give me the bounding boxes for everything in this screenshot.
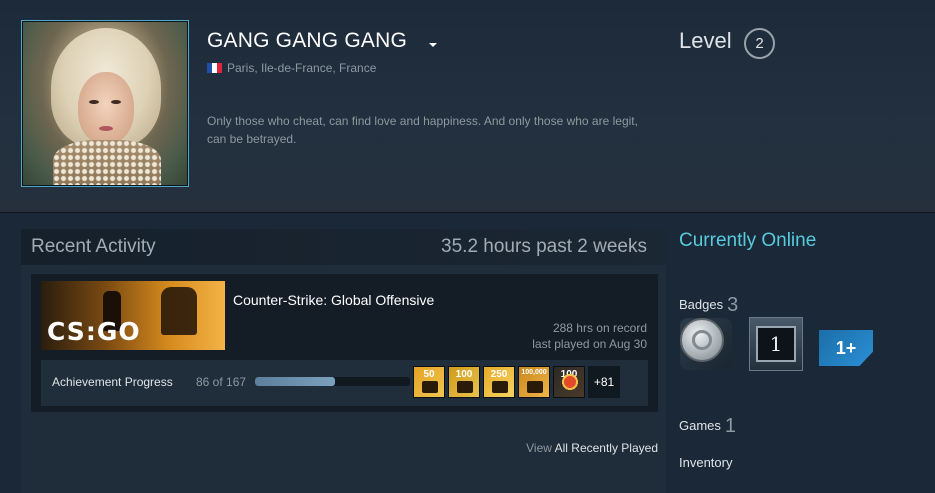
last-played: last played on Aug 30 bbox=[532, 337, 647, 351]
view-all-recently-played-link[interactable]: View All Recently Played bbox=[526, 441, 658, 455]
more-achievements-count[interactable]: +81 bbox=[588, 366, 620, 398]
profile-header: GANG GANG GANG Paris, Ile-de-France, Fra… bbox=[0, 0, 935, 213]
coin-badge-icon[interactable] bbox=[679, 317, 733, 371]
achievement-icon-4[interactable]: 100,000 bbox=[518, 366, 550, 398]
badges-link[interactable]: Badges 3 bbox=[679, 294, 738, 317]
avatar[interactable] bbox=[21, 20, 189, 187]
achievement-icon-5[interactable]: 100 bbox=[553, 366, 585, 398]
level-label: Level bbox=[679, 28, 732, 53]
game-card: CS:GO Counter-Strike: Global Offensive 2… bbox=[31, 274, 658, 412]
game-play-stats: 288 hrs on record last played on Aug 30 bbox=[532, 320, 647, 352]
achievement-icon-1[interactable]: 50 bbox=[413, 366, 445, 398]
achievement-icons: 50 100 250 100,000 100 +81 bbox=[413, 366, 620, 398]
achievement-progress-bar[interactable]: Achievement Progress 86 of 167 50 100 25… bbox=[41, 360, 648, 406]
games-count: 1 bbox=[724, 415, 737, 437]
badges-count: 3 bbox=[727, 294, 739, 316]
recent-activity-hours: 35.2 hours past 2 weeks bbox=[441, 236, 647, 257]
years-of-service-icon[interactable]: 1+ bbox=[819, 317, 873, 371]
recent-activity-panel: Recent Activity 35.2 hours past 2 weeks … bbox=[21, 229, 666, 493]
achievement-progress-track bbox=[255, 377, 410, 386]
recent-activity-title: Recent Activity bbox=[31, 236, 156, 257]
badge-showcase: 1 1+ bbox=[679, 317, 889, 371]
recent-activity-header: Recent Activity 35.2 hours past 2 weeks bbox=[21, 229, 666, 265]
achievement-label: Achievement Progress bbox=[52, 375, 173, 389]
chevron-down-icon[interactable] bbox=[429, 43, 437, 47]
achievement-icon-2[interactable]: 100 bbox=[448, 366, 480, 398]
profile-summary: Only those who cheat, can find love and … bbox=[207, 114, 638, 146]
games-link[interactable]: Games 1 bbox=[679, 415, 736, 438]
avatar-image bbox=[23, 22, 187, 185]
achievement-progress-fill bbox=[255, 377, 335, 386]
location-text: Paris, Ile-de-France, France bbox=[227, 61, 377, 75]
achievement-count: 86 of 167 bbox=[196, 375, 247, 389]
game-name-link[interactable]: Counter-Strike: Global Offensive bbox=[233, 292, 434, 308]
inventory-link[interactable]: Inventory bbox=[679, 455, 732, 470]
game-logo: CS:GO bbox=[47, 317, 141, 346]
location: Paris, Ile-de-France, France bbox=[207, 61, 376, 75]
persona-name[interactable]: GANG GANG GANG bbox=[207, 29, 407, 53]
level-badge[interactable]: 2 bbox=[744, 28, 775, 59]
hours-on-record: 288 hrs on record bbox=[552, 321, 647, 335]
online-status: Currently Online bbox=[679, 230, 817, 251]
france-flag-icon bbox=[207, 63, 222, 73]
game-capsule-image[interactable]: CS:GO bbox=[41, 281, 225, 350]
one-badge-icon[interactable]: 1 bbox=[749, 317, 803, 371]
achievement-icon-3[interactable]: 250 bbox=[483, 366, 515, 398]
